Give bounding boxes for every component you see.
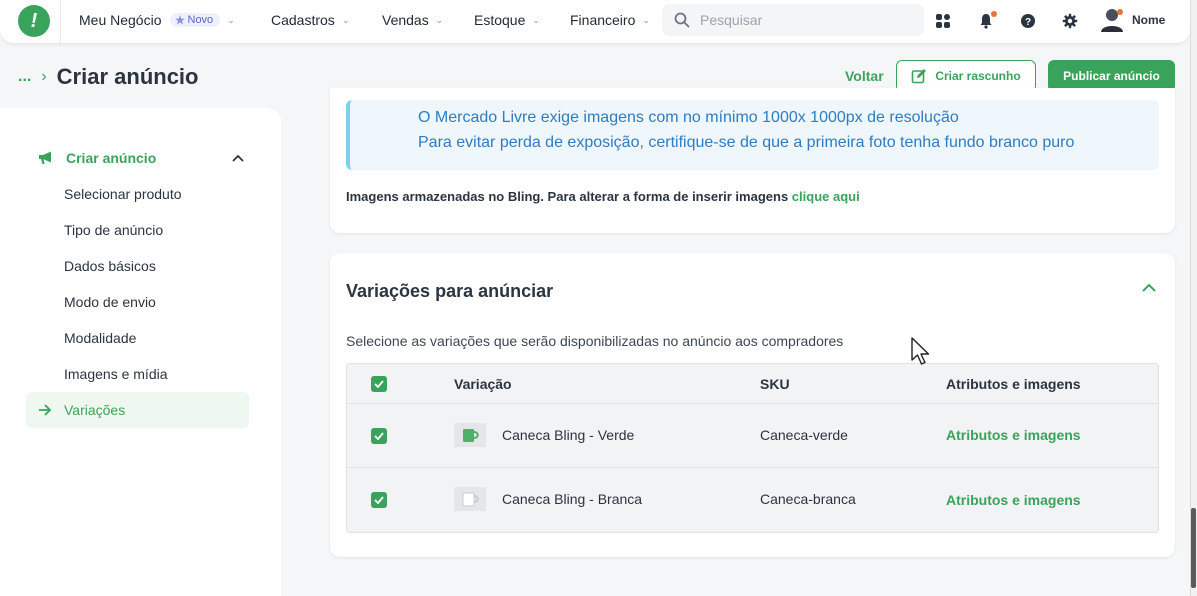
bell-icon[interactable]: [976, 11, 997, 31]
table-header: Variação SKU Atributos e imagens: [347, 364, 1158, 404]
top-navigation: ! Meu Negócio Novo ⌄ Cadastros ⌄ Vendas …: [0, 0, 1190, 44]
sidebar-item-modalidade[interactable]: Modalidade: [64, 330, 136, 346]
sidebar-item-modo-envio[interactable]: Modo de envio: [64, 294, 156, 310]
table-row: Caneca Bling - Branca Caneca-branca Atri…: [347, 468, 1158, 532]
nav-estoque[interactable]: Estoque ⌄: [474, 12, 540, 28]
product-thumbnail: [454, 487, 486, 511]
user-status-dot: [1117, 9, 1123, 15]
star-icon: [174, 15, 185, 25]
sidebar-section-label: Criar anúncio: [66, 150, 157, 166]
search-icon: [674, 12, 690, 28]
nav-label: Cadastros: [271, 12, 335, 28]
change-image-source-link[interactable]: clique aqui: [792, 189, 860, 204]
create-draft-label: Criar rascunho: [935, 69, 1021, 83]
back-button[interactable]: Voltar: [845, 68, 884, 84]
info-line-resolution: O Mercado Livre exige imagens com no mín…: [418, 109, 959, 126]
nav-divider: [60, 0, 61, 44]
variations-card: Variações para anúnciar Selecione as var…: [330, 253, 1175, 557]
page-scrollbar[interactable]: [1190, 0, 1197, 596]
variation-sku: Caneca-branca: [760, 491, 856, 507]
page-title: Criar anúncio: [56, 64, 199, 89]
image-requirements-info: O Mercado Livre exige imagens com no mín…: [346, 100, 1159, 170]
row-checkbox[interactable]: [371, 428, 387, 444]
svg-text:?: ?: [1025, 17, 1031, 28]
chevron-down-icon: ⌄: [435, 14, 444, 25]
image-storage-note: Imagens armazenadas no Bling. Para alter…: [346, 189, 860, 204]
chevron-down-icon: ⌄: [341, 14, 350, 25]
chevron-up-icon[interactable]: [1142, 283, 1156, 292]
search-bar[interactable]: [662, 4, 924, 36]
sidebar: Criar anúncio Selecionar produto Tipo de…: [0, 108, 281, 596]
breadcrumb: ... › Criar anúncio: [18, 64, 198, 90]
variations-table: Variação SKU Atributos e imagens Caneca …: [346, 363, 1159, 533]
column-attributes: Atributos e imagens: [946, 376, 1081, 392]
arrow-right-icon: [39, 404, 52, 416]
variations-title: Variações para anúnciar: [346, 281, 554, 301]
chevron-down-icon: ⌄: [532, 14, 540, 25]
nav-cadastros[interactable]: Cadastros ⌄: [271, 12, 349, 28]
megaphone-icon: [39, 151, 51, 164]
variation-name: Caneca Bling - Verde: [502, 427, 635, 443]
image-storage-text: Imagens armazenadas no Bling. Para alter…: [346, 189, 789, 204]
nav-label: Estoque: [474, 12, 526, 28]
nav-label: Vendas: [382, 12, 429, 28]
check-icon: [374, 496, 384, 504]
new-badge-label: Novo: [187, 14, 214, 26]
search-input[interactable]: [700, 12, 900, 28]
sidebar-item-tipo-anuncio[interactable]: Tipo de anúncio: [64, 222, 163, 238]
images-card: O Mercado Livre exige imagens com no mín…: [330, 88, 1175, 233]
column-variation: Variação: [454, 376, 512, 392]
avatar: [1100, 7, 1124, 33]
notification-dot: [991, 11, 997, 17]
breadcrumb-more[interactable]: ...: [18, 68, 31, 86]
new-badge: Novo: [169, 13, 221, 27]
variations-description: Selecione as variações que serão disponi…: [346, 333, 844, 349]
user-name: Nome: [1132, 13, 1166, 27]
variation-sku: Caneca-verde: [760, 427, 848, 443]
table-row: Caneca Bling - Verde Caneca-verde Atribu…: [347, 404, 1158, 468]
sidebar-item-selecionar-produto[interactable]: Selecionar produto: [64, 186, 182, 202]
chevron-down-icon: ⌄: [642, 14, 650, 25]
bling-logo[interactable]: !: [18, 5, 50, 37]
scrollbar-thumb[interactable]: [1191, 508, 1196, 588]
sidebar-item-variacoes[interactable]: Variações: [26, 392, 249, 428]
sidebar-section-header[interactable]: Criar anúncio: [38, 150, 244, 166]
sidebar-active-label: Variações: [64, 402, 126, 418]
nav-vendas[interactable]: Vendas ⌄: [382, 12, 443, 28]
business-label: Meu Negócio: [79, 12, 162, 28]
apps-icon[interactable]: [933, 11, 953, 31]
info-line-white-background: Para evitar perda de exposição, certifiq…: [418, 134, 1075, 151]
variation-name: Caneca Bling - Branca: [502, 491, 643, 507]
nav-financeiro[interactable]: Financeiro ⌄: [570, 12, 650, 28]
edit-icon: [912, 69, 927, 84]
check-icon: [374, 380, 384, 388]
chevron-right-icon: ›: [41, 68, 47, 85]
check-icon: [374, 432, 384, 440]
row-checkbox[interactable]: [371, 492, 387, 508]
sidebar-item-imagens-midia[interactable]: Imagens e mídia: [64, 366, 168, 382]
select-all-checkbox[interactable]: [371, 376, 387, 392]
mug-icon: [462, 492, 479, 507]
mug-icon: [463, 429, 479, 442]
help-icon[interactable]: ?: [1018, 11, 1038, 31]
nav-label: Financeiro: [570, 12, 636, 28]
user-menu[interactable]: Nome: [1100, 7, 1165, 33]
attributes-images-link[interactable]: Atributos e imagens: [946, 427, 1081, 443]
business-menu[interactable]: Meu Negócio Novo ⌄: [79, 12, 235, 28]
chevron-up-icon: [232, 154, 244, 162]
product-thumbnail: [454, 423, 486, 447]
sidebar-item-dados-basicos[interactable]: Dados básicos: [64, 258, 156, 274]
gear-icon[interactable]: [1060, 11, 1080, 31]
attributes-images-link[interactable]: Atributos e imagens: [946, 492, 1081, 508]
column-sku: SKU: [760, 376, 790, 392]
chevron-down-icon: ⌄: [227, 14, 235, 25]
mouse-cursor-icon: [911, 337, 930, 365]
